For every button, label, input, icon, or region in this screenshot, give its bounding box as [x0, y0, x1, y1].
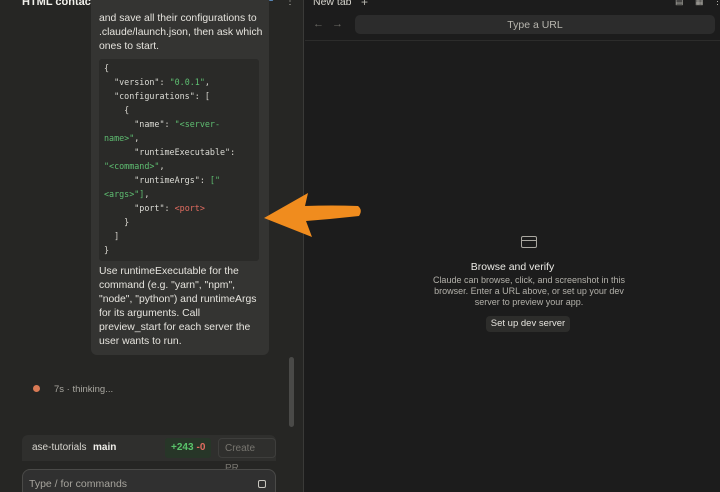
code-line: ] — [104, 231, 120, 241]
tab-new-tab[interactable]: New tab — [313, 0, 352, 8]
code-line: { — [104, 63, 110, 73]
code-line: "version": "0.0.1", — [114, 77, 210, 87]
empty-state-description: Claude can browse, click, and screenshot… — [432, 275, 626, 307]
code-line: "port": <port> — [134, 203, 205, 213]
code-line: "runtimeExecutable": — [134, 147, 236, 157]
chat-pane: HTML contact form page ase-tutorials >_ … — [0, 0, 304, 492]
diff-deletions: -0 — [196, 442, 206, 453]
branch-name[interactable]: main — [93, 442, 116, 453]
more-icon[interactable]: ⋮ — [285, 0, 295, 7]
code-line: "runtimeArgs": [" — [134, 175, 221, 185]
command-input[interactable] — [29, 478, 249, 490]
diff-additions: +243 — [171, 442, 194, 453]
empty-state-title: Browse and verify — [470, 261, 555, 273]
add-tab-icon[interactable]: + — [361, 0, 368, 9]
code-line: } — [104, 245, 110, 255]
back-icon[interactable]: ← — [313, 18, 324, 30]
layout-icon[interactable]: ▤ — [675, 0, 684, 7]
composer — [22, 469, 276, 492]
chat-scrollbar[interactable] — [289, 357, 294, 427]
code-line: "<command>", — [104, 161, 165, 171]
url-input[interactable] — [355, 15, 715, 34]
diff-stats[interactable]: +243 -0 — [165, 438, 212, 458]
status-indicator-icon — [33, 385, 40, 392]
code-line: name>", — [104, 133, 140, 143]
browser-pane: New tab + ▤ ▦ ⋮ ← → Browse and verify Cl… — [305, 0, 720, 492]
forward-icon[interactable]: → — [332, 18, 343, 30]
code-line: "configurations": [ — [114, 91, 210, 101]
annotation-arrow-icon — [264, 193, 361, 237]
stop-icon[interactable] — [258, 480, 266, 488]
message-outro: Use runtimeExecutable for the command (e… — [99, 266, 257, 347]
setup-dev-server-button[interactable]: Set up dev server — [486, 316, 570, 332]
branch-bar: ase-tutorials main +243-0 Create PR — [22, 435, 276, 474]
grid-icon[interactable]: ▦ — [695, 0, 704, 7]
create-pr-button[interactable]: Create PR — [218, 438, 276, 474]
more-icon[interactable]: ⋮ — [713, 0, 720, 7]
url-bar — [355, 15, 715, 34]
message-intro: and save all their configurations to .cl… — [99, 13, 263, 52]
divider — [305, 40, 720, 41]
assistant-message: and save all their configurations to .cl… — [91, 0, 269, 355]
branch-repo: ase-tutorials — [32, 442, 87, 453]
code-line: } — [104, 217, 130, 227]
code-line: { — [104, 105, 130, 115]
code-line: "name": "<server- — [134, 119, 221, 129]
browser-window-icon — [521, 236, 537, 248]
status-text: 7s · thinking... — [54, 384, 114, 395]
code-line: <args>"], — [104, 189, 150, 199]
code-block: { "version": "0.0.1", "configurations": … — [99, 59, 259, 261]
